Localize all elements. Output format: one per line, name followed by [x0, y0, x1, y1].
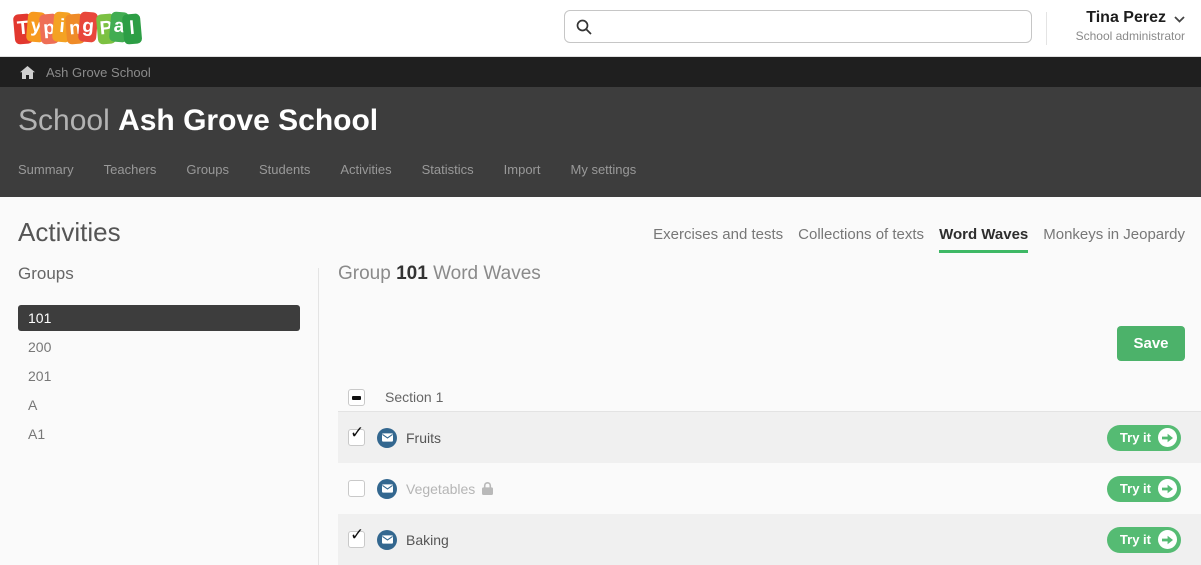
nav-item[interactable]: Students — [259, 162, 310, 177]
save-button[interactable]: Save — [1117, 326, 1185, 361]
typingpal-logo[interactable]: T y p i n g P a l — [14, 13, 136, 43]
page-title-name: Ash Grove School — [118, 104, 378, 137]
group-list: 101 200 201 A A1 — [18, 305, 300, 450]
try-it-label: Try it — [1120, 532, 1151, 547]
arrow-right-icon — [1158, 428, 1177, 447]
lock-icon — [482, 482, 493, 495]
activity-tab[interactable]: Collections of texts — [798, 226, 924, 253]
heading-suffix: Word Waves — [433, 263, 541, 284]
try-it-button[interactable]: Try it — [1107, 527, 1181, 553]
chevron-down-icon — [1174, 16, 1185, 23]
group-list-item[interactable]: 201 — [18, 363, 300, 389]
search-box — [564, 10, 1032, 43]
user-menu[interactable]: Tina Perez School administrator — [1076, 9, 1185, 43]
check-icon: ✓ — [350, 525, 364, 545]
arrow-right-icon — [1158, 479, 1177, 498]
activity-tab[interactable]: Exercises and tests — [653, 226, 783, 253]
nav-item[interactable]: Teachers — [104, 162, 157, 177]
activity-label: Vegetables — [406, 481, 475, 497]
nav-item[interactable]: Import — [504, 162, 541, 177]
home-icon[interactable] — [20, 66, 35, 79]
nav-item[interactable]: Summary — [18, 162, 74, 177]
page-title: School Ash Grove School — [18, 103, 378, 139]
breadcrumb-school[interactable]: Ash Grove School — [46, 65, 151, 80]
activity-checkbox[interactable]: ✓ — [348, 531, 365, 548]
activity-checkbox[interactable]: ✓ — [348, 480, 365, 497]
minus-icon — [352, 396, 361, 400]
arrow-right-icon — [1158, 530, 1177, 549]
activities-title: Activities — [18, 218, 121, 246]
nav-item[interactable]: Groups — [186, 162, 229, 177]
search-input[interactable] — [600, 18, 1031, 36]
logo-letter: g — [78, 11, 99, 42]
divider — [1046, 12, 1047, 45]
group-list-item[interactable]: 101 — [18, 305, 300, 331]
user-name: Tina Perez — [1086, 9, 1166, 27]
heading-group-number: 101 — [396, 263, 428, 284]
activity-label: Baking — [406, 532, 449, 548]
breadcrumb: Ash Grove School — [0, 57, 1201, 87]
section-header-row: Section 1 — [338, 383, 1201, 412]
heading-prefix: Group — [338, 263, 391, 284]
nav-item[interactable]: Statistics — [422, 162, 474, 177]
word-wave-envelope-icon — [377, 479, 397, 499]
try-it-label: Try it — [1120, 481, 1151, 496]
word-wave-envelope-icon — [377, 428, 397, 448]
word-wave-envelope-icon — [377, 530, 397, 550]
activity-tab[interactable]: Word Waves — [939, 226, 1028, 253]
school-header: School Ash Grove School Summary Teachers… — [0, 87, 1201, 197]
activity-row: ✓ Vegetables Try it — [338, 463, 1201, 514]
group-word-waves-heading: Group 101 Word Waves — [338, 263, 541, 285]
activity-row: ✓ Fruits Try it — [338, 412, 1201, 463]
page-title-prefix: School — [18, 104, 110, 137]
section-label: Section 1 — [385, 389, 443, 405]
activity-tab[interactable]: Monkeys in Jeopardy — [1043, 226, 1185, 253]
user-role: School administrator — [1076, 29, 1185, 43]
activity-row: ✓ Baking Try it — [338, 514, 1201, 565]
check-icon: ✓ — [350, 423, 364, 443]
groups-panel-title: Groups — [18, 264, 74, 284]
group-list-item[interactable]: 200 — [18, 334, 300, 360]
activity-checkbox[interactable]: ✓ — [348, 429, 365, 446]
group-list-item[interactable]: A — [18, 392, 300, 418]
activity-rows: ✓ Fruits Try it — [338, 412, 1201, 565]
school-nav: Summary Teachers Groups Students Activit… — [18, 162, 636, 177]
typingpal-app: T y p i n g P a l — [0, 0, 1201, 565]
try-it-button[interactable]: Try it — [1107, 425, 1181, 451]
try-it-button[interactable]: Try it — [1107, 476, 1181, 502]
divider — [318, 268, 319, 565]
top-bar: T y p i n g P a l — [0, 0, 1201, 57]
search-icon — [576, 19, 592, 35]
section-select-all-checkbox[interactable] — [348, 389, 365, 406]
nav-item[interactable]: My settings — [571, 162, 637, 177]
nav-item[interactable]: Activities — [340, 162, 391, 177]
activity-tabs: Exercises and tests Collections of texts… — [653, 226, 1185, 253]
activity-label: Fruits — [406, 430, 441, 446]
logo-letter: l — [122, 13, 143, 44]
group-list-item[interactable]: A1 — [18, 421, 300, 447]
try-it-label: Try it — [1120, 430, 1151, 445]
